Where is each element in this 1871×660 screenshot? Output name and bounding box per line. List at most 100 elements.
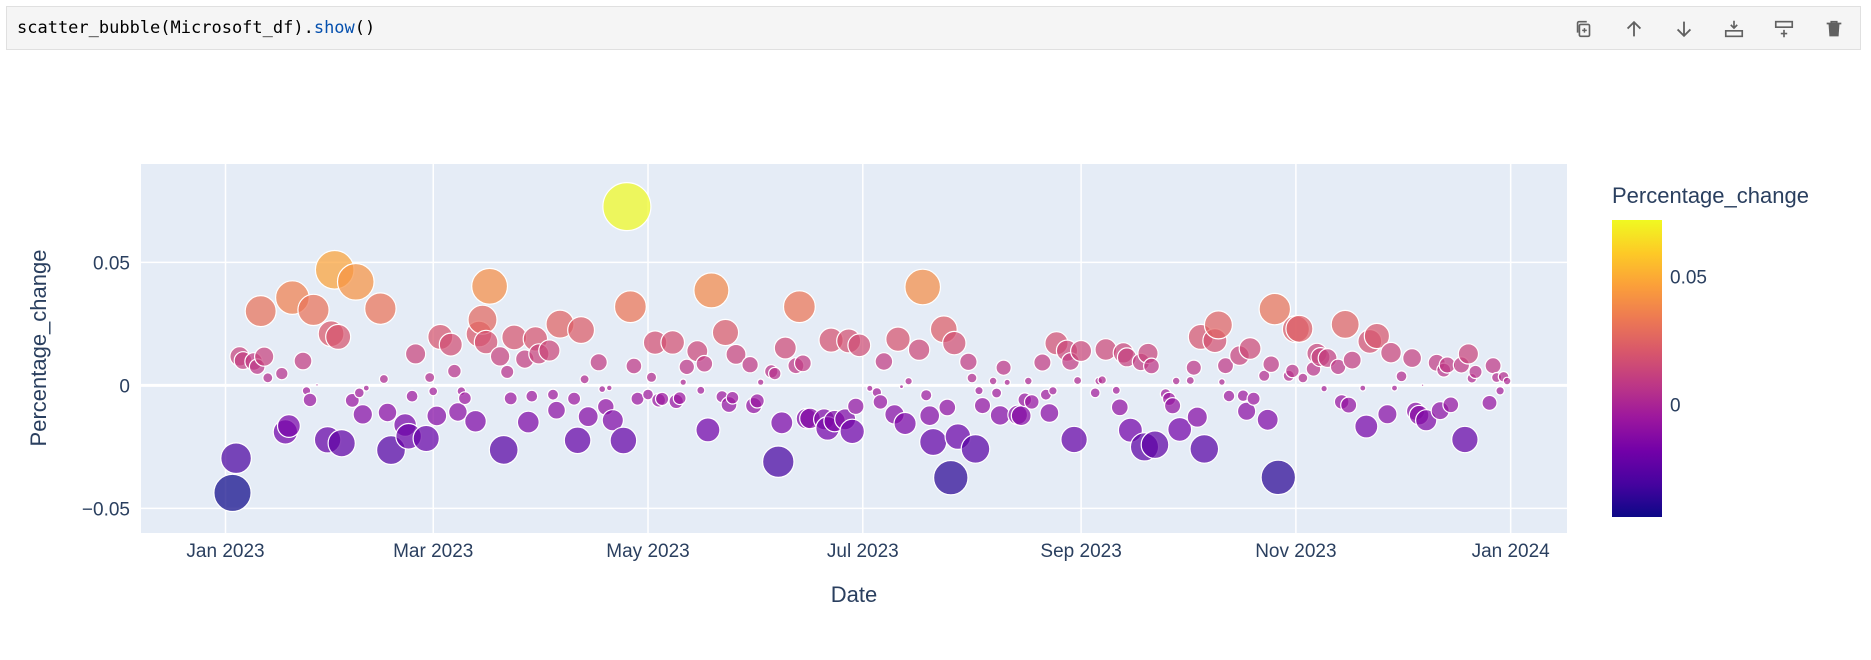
data-point[interactable] [1297, 372, 1309, 384]
data-point[interactable] [1203, 310, 1234, 340]
data-point[interactable] [405, 389, 419, 403]
data-point[interactable] [1481, 394, 1498, 411]
data-point[interactable] [919, 427, 948, 457]
data-point[interactable] [1451, 425, 1479, 454]
data-point[interactable] [404, 343, 427, 365]
data-point[interactable] [1189, 434, 1220, 464]
data-point[interactable] [678, 358, 696, 376]
data-point[interactable] [872, 394, 889, 410]
data-point[interactable] [1420, 383, 1425, 388]
data-point[interactable] [1033, 353, 1052, 372]
data-point[interactable] [1380, 341, 1402, 364]
data-point[interactable] [1402, 348, 1423, 369]
data-point[interactable] [1069, 339, 1093, 363]
data-point[interactable] [960, 434, 991, 464]
data-point[interactable] [695, 417, 721, 443]
data-point[interactable] [276, 414, 301, 439]
data-point[interactable] [336, 262, 375, 301]
data-point[interactable] [1111, 385, 1121, 395]
data-point[interactable] [995, 359, 1012, 376]
data-point[interactable] [244, 295, 277, 328]
data-point[interactable] [904, 268, 942, 306]
data-point[interactable] [1342, 350, 1362, 370]
data-point[interactable] [563, 426, 592, 455]
data-point[interactable] [1354, 414, 1379, 439]
data-point[interactable] [756, 378, 765, 387]
data-point[interactable] [424, 371, 436, 384]
data-point[interactable] [352, 404, 374, 425]
data-point[interactable] [846, 397, 865, 416]
data-point[interactable] [938, 398, 957, 417]
data-point[interactable] [839, 418, 865, 445]
data-point[interactable] [741, 355, 759, 374]
data-point[interactable] [546, 388, 560, 401]
data-point[interactable] [966, 372, 978, 384]
data-point[interactable] [577, 406, 599, 428]
data-point[interactable] [1003, 378, 1011, 387]
data-point[interactable] [1256, 408, 1279, 431]
data-point[interactable] [1097, 375, 1107, 385]
data-point[interactable] [1502, 376, 1512, 386]
data-point[interactable] [893, 411, 917, 436]
data-point[interactable] [990, 387, 1003, 399]
data-point[interactable] [1457, 343, 1480, 365]
data-point[interactable] [353, 387, 365, 399]
data-point[interactable] [1060, 425, 1088, 454]
data-point[interactable] [761, 445, 795, 478]
data-point[interactable] [974, 385, 984, 396]
data-point[interactable] [847, 333, 872, 358]
data-point[interactable] [1390, 384, 1399, 392]
data-point[interactable] [898, 384, 905, 390]
data-point[interactable] [693, 272, 730, 309]
data-point[interactable] [793, 354, 812, 373]
data-point[interactable] [362, 384, 370, 392]
data-point[interactable] [428, 386, 439, 397]
data-point[interactable] [1140, 430, 1170, 460]
data-point[interactable] [767, 366, 782, 381]
data-point[interactable] [1246, 391, 1261, 406]
data-point[interactable] [315, 383, 319, 387]
data-point[interactable] [696, 385, 706, 395]
data-point[interactable] [695, 354, 714, 373]
data-point[interactable] [1395, 370, 1408, 383]
data-point[interactable] [660, 330, 686, 355]
data-point[interactable] [302, 392, 318, 408]
data-point[interactable] [1185, 375, 1195, 386]
data-point[interactable] [988, 376, 998, 386]
data-point[interactable] [1171, 376, 1181, 386]
data-point[interactable] [1217, 378, 1226, 386]
data-point[interactable] [1484, 357, 1502, 375]
data-point[interactable] [782, 290, 816, 324]
data-point[interactable] [448, 402, 468, 422]
data-point[interactable] [645, 371, 658, 383]
data-point[interactable] [1072, 375, 1083, 386]
data-point[interactable] [613, 290, 647, 324]
data-point[interactable] [1163, 397, 1182, 415]
data-point[interactable] [725, 390, 740, 405]
data-point[interactable] [489, 346, 511, 367]
data-point[interactable] [579, 374, 590, 385]
data-point[interactable] [327, 429, 356, 458]
data-point[interactable] [1222, 389, 1236, 403]
data-point[interactable] [293, 351, 313, 371]
data-point[interactable] [525, 389, 539, 403]
data-point[interactable] [1260, 459, 1297, 496]
data-point[interactable] [262, 372, 274, 384]
data-point[interactable] [749, 393, 765, 409]
data-point[interactable] [488, 434, 519, 465]
data-point[interactable] [959, 352, 978, 372]
data-point[interactable] [1185, 359, 1203, 376]
data-point[interactable] [1377, 404, 1398, 425]
data-point[interactable] [602, 182, 652, 232]
data-point[interactable] [919, 405, 941, 427]
data-point[interactable] [503, 391, 518, 406]
data-point[interactable] [546, 400, 566, 420]
data-point[interactable] [1186, 406, 1209, 428]
data-point[interactable] [567, 316, 596, 345]
data-point[interactable] [973, 396, 992, 415]
data-point[interactable] [297, 293, 330, 327]
data-point[interactable] [605, 384, 613, 392]
data-point[interactable] [885, 326, 911, 352]
data-point[interactable] [1359, 384, 1367, 392]
data-point[interactable] [471, 267, 509, 305]
